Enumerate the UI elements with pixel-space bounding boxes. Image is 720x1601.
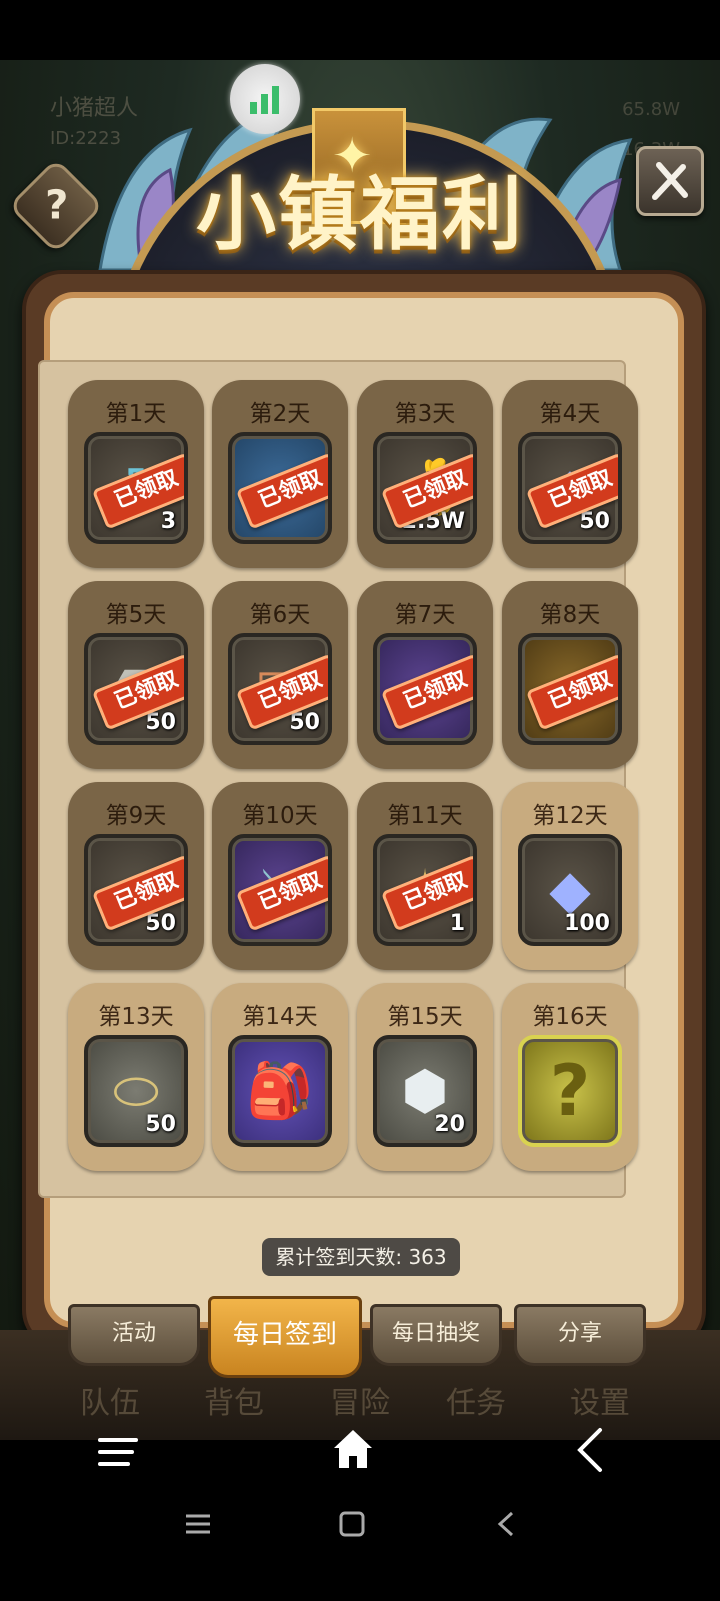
day-card[interactable]: 第14天 🎒: [212, 983, 348, 1171]
nav-adventure[interactable]: 冒险: [330, 1378, 390, 1422]
reward-quantity: 100: [564, 911, 610, 936]
nav-bag[interactable]: 背包: [204, 1378, 264, 1422]
day-card[interactable]: 第1天 ⚱3已领取: [68, 380, 204, 568]
reward-icon-box[interactable]: ⬣50已领取: [84, 633, 188, 745]
reward-icon-box[interactable]: 已领取: [373, 633, 477, 745]
day-label: 第15天: [387, 1004, 463, 1030]
tab-activity[interactable]: 活动: [68, 1304, 200, 1366]
reward-quantity: 20: [434, 1112, 465, 1137]
menu-icon[interactable]: [96, 1430, 140, 1474]
square-home-icon[interactable]: [338, 1510, 366, 1538]
reward-icon-box[interactable]: 已领取: [518, 633, 622, 745]
tab-share[interactable]: 分享: [514, 1304, 646, 1366]
day-card[interactable]: 第12天 ◆ 100: [502, 782, 638, 970]
day-label: 第4天: [539, 401, 601, 427]
day-card[interactable]: 第6天 ▤50已领取: [212, 581, 348, 769]
reward-quantity: 1: [449, 911, 465, 936]
day-label: 第10天: [242, 803, 318, 829]
reward-icon-box[interactable]: 已领取: [228, 432, 332, 544]
reward-icon-box[interactable]: ✧1已领取: [373, 834, 477, 946]
day-card[interactable]: 第8天已领取: [502, 581, 638, 769]
day-card[interactable]: 第15天 ⬢ 20: [357, 983, 493, 1171]
page-title: 小镇福利: [196, 168, 524, 261]
nav-team[interactable]: 队伍: [80, 1378, 140, 1422]
nav-task[interactable]: 任务: [446, 1378, 506, 1422]
day-label: 第1天: [105, 401, 167, 427]
mystery-question-icon: ?: [549, 1050, 591, 1132]
signal-indicator[interactable]: [230, 64, 300, 134]
day-label: 第12天: [532, 803, 608, 829]
day-label: 第16天: [532, 1004, 608, 1030]
day-card[interactable]: 第7天已领取: [357, 581, 493, 769]
recent-apps-icon[interactable]: [184, 1510, 212, 1538]
day-card[interactable]: 第3天 💰2.5W已领取: [357, 380, 493, 568]
day-label: 第2天: [249, 401, 311, 427]
day-card[interactable]: 第11天 ✧1已领取: [357, 782, 493, 970]
reward-icon-box[interactable]: ◆50已领取: [518, 432, 622, 544]
day-label: 第8天: [539, 602, 601, 628]
day-label: 第9天: [105, 803, 167, 829]
reward-icon-box[interactable]: ◆ 100: [518, 834, 622, 946]
day-card[interactable]: 第4天 ◆50已领取: [502, 380, 638, 568]
reward-icon-box[interactable]: 🎒: [228, 1035, 332, 1147]
game-screen: 小猪超人 ID:2223 65.8W 16.3W ?: [0, 60, 720, 1440]
day-label: 第7天: [394, 602, 456, 628]
day-label: 第3天: [394, 401, 456, 427]
total-signin-days: 累计签到天数: 363: [262, 1238, 460, 1276]
reward-icon-box[interactable]: ⚔已领取: [228, 834, 332, 946]
day-label: 第14天: [242, 1004, 318, 1030]
tab-bar: 活动 每日签到 每日抽奖 分享: [0, 1294, 720, 1384]
system-navigation-bar: [0, 1428, 720, 1601]
backpack-icon: 🎒: [246, 1059, 314, 1122]
day-label: 第13天: [98, 1004, 174, 1030]
tab-daily-signin[interactable]: 每日签到: [208, 1296, 362, 1378]
nav-settings[interactable]: 设置: [570, 1378, 630, 1422]
day-label: 第5天: [105, 602, 167, 628]
reward-quantity: 50: [289, 710, 320, 735]
small-back-icon[interactable]: [494, 1510, 518, 1538]
reward-quantity: 50: [145, 911, 176, 936]
home-icon[interactable]: [330, 1426, 376, 1472]
signal-bars-icon: [250, 86, 279, 114]
day-card[interactable]: 第9天 ▰50已领取: [68, 782, 204, 970]
reward-icon-box[interactable]: ▰50已领取: [84, 834, 188, 946]
reward-icon-box[interactable]: ?: [518, 1035, 622, 1147]
reward-icon-box[interactable]: ⚱3已领取: [84, 432, 188, 544]
day-card[interactable]: 第2天已领取: [212, 380, 348, 568]
reward-quantity: 50: [145, 1112, 176, 1137]
reward-quantity: 50: [145, 710, 176, 735]
reward-quantity: 3: [160, 509, 176, 534]
day-label: 第11天: [387, 803, 463, 829]
day-label: 第6天: [249, 602, 311, 628]
reward-icon-box[interactable]: ⬭ 50: [84, 1035, 188, 1147]
reward-icon-box[interactable]: ▤50已领取: [228, 633, 332, 745]
reward-icon-box[interactable]: 💰2.5W已领取: [373, 432, 477, 544]
day-card[interactable]: 第16天?: [502, 983, 638, 1171]
tab-daily-lottery[interactable]: 每日抽奖: [370, 1304, 502, 1366]
reward-icon-box[interactable]: ⬢ 20: [373, 1035, 477, 1147]
day-card[interactable]: 第5天 ⬣50已领取: [68, 581, 204, 769]
day-card[interactable]: 第13天 ⬭ 50: [68, 983, 204, 1171]
day-card[interactable]: 第10天 ⚔已领取: [212, 782, 348, 970]
back-icon[interactable]: [570, 1426, 610, 1474]
reward-quantity: 50: [579, 509, 610, 534]
